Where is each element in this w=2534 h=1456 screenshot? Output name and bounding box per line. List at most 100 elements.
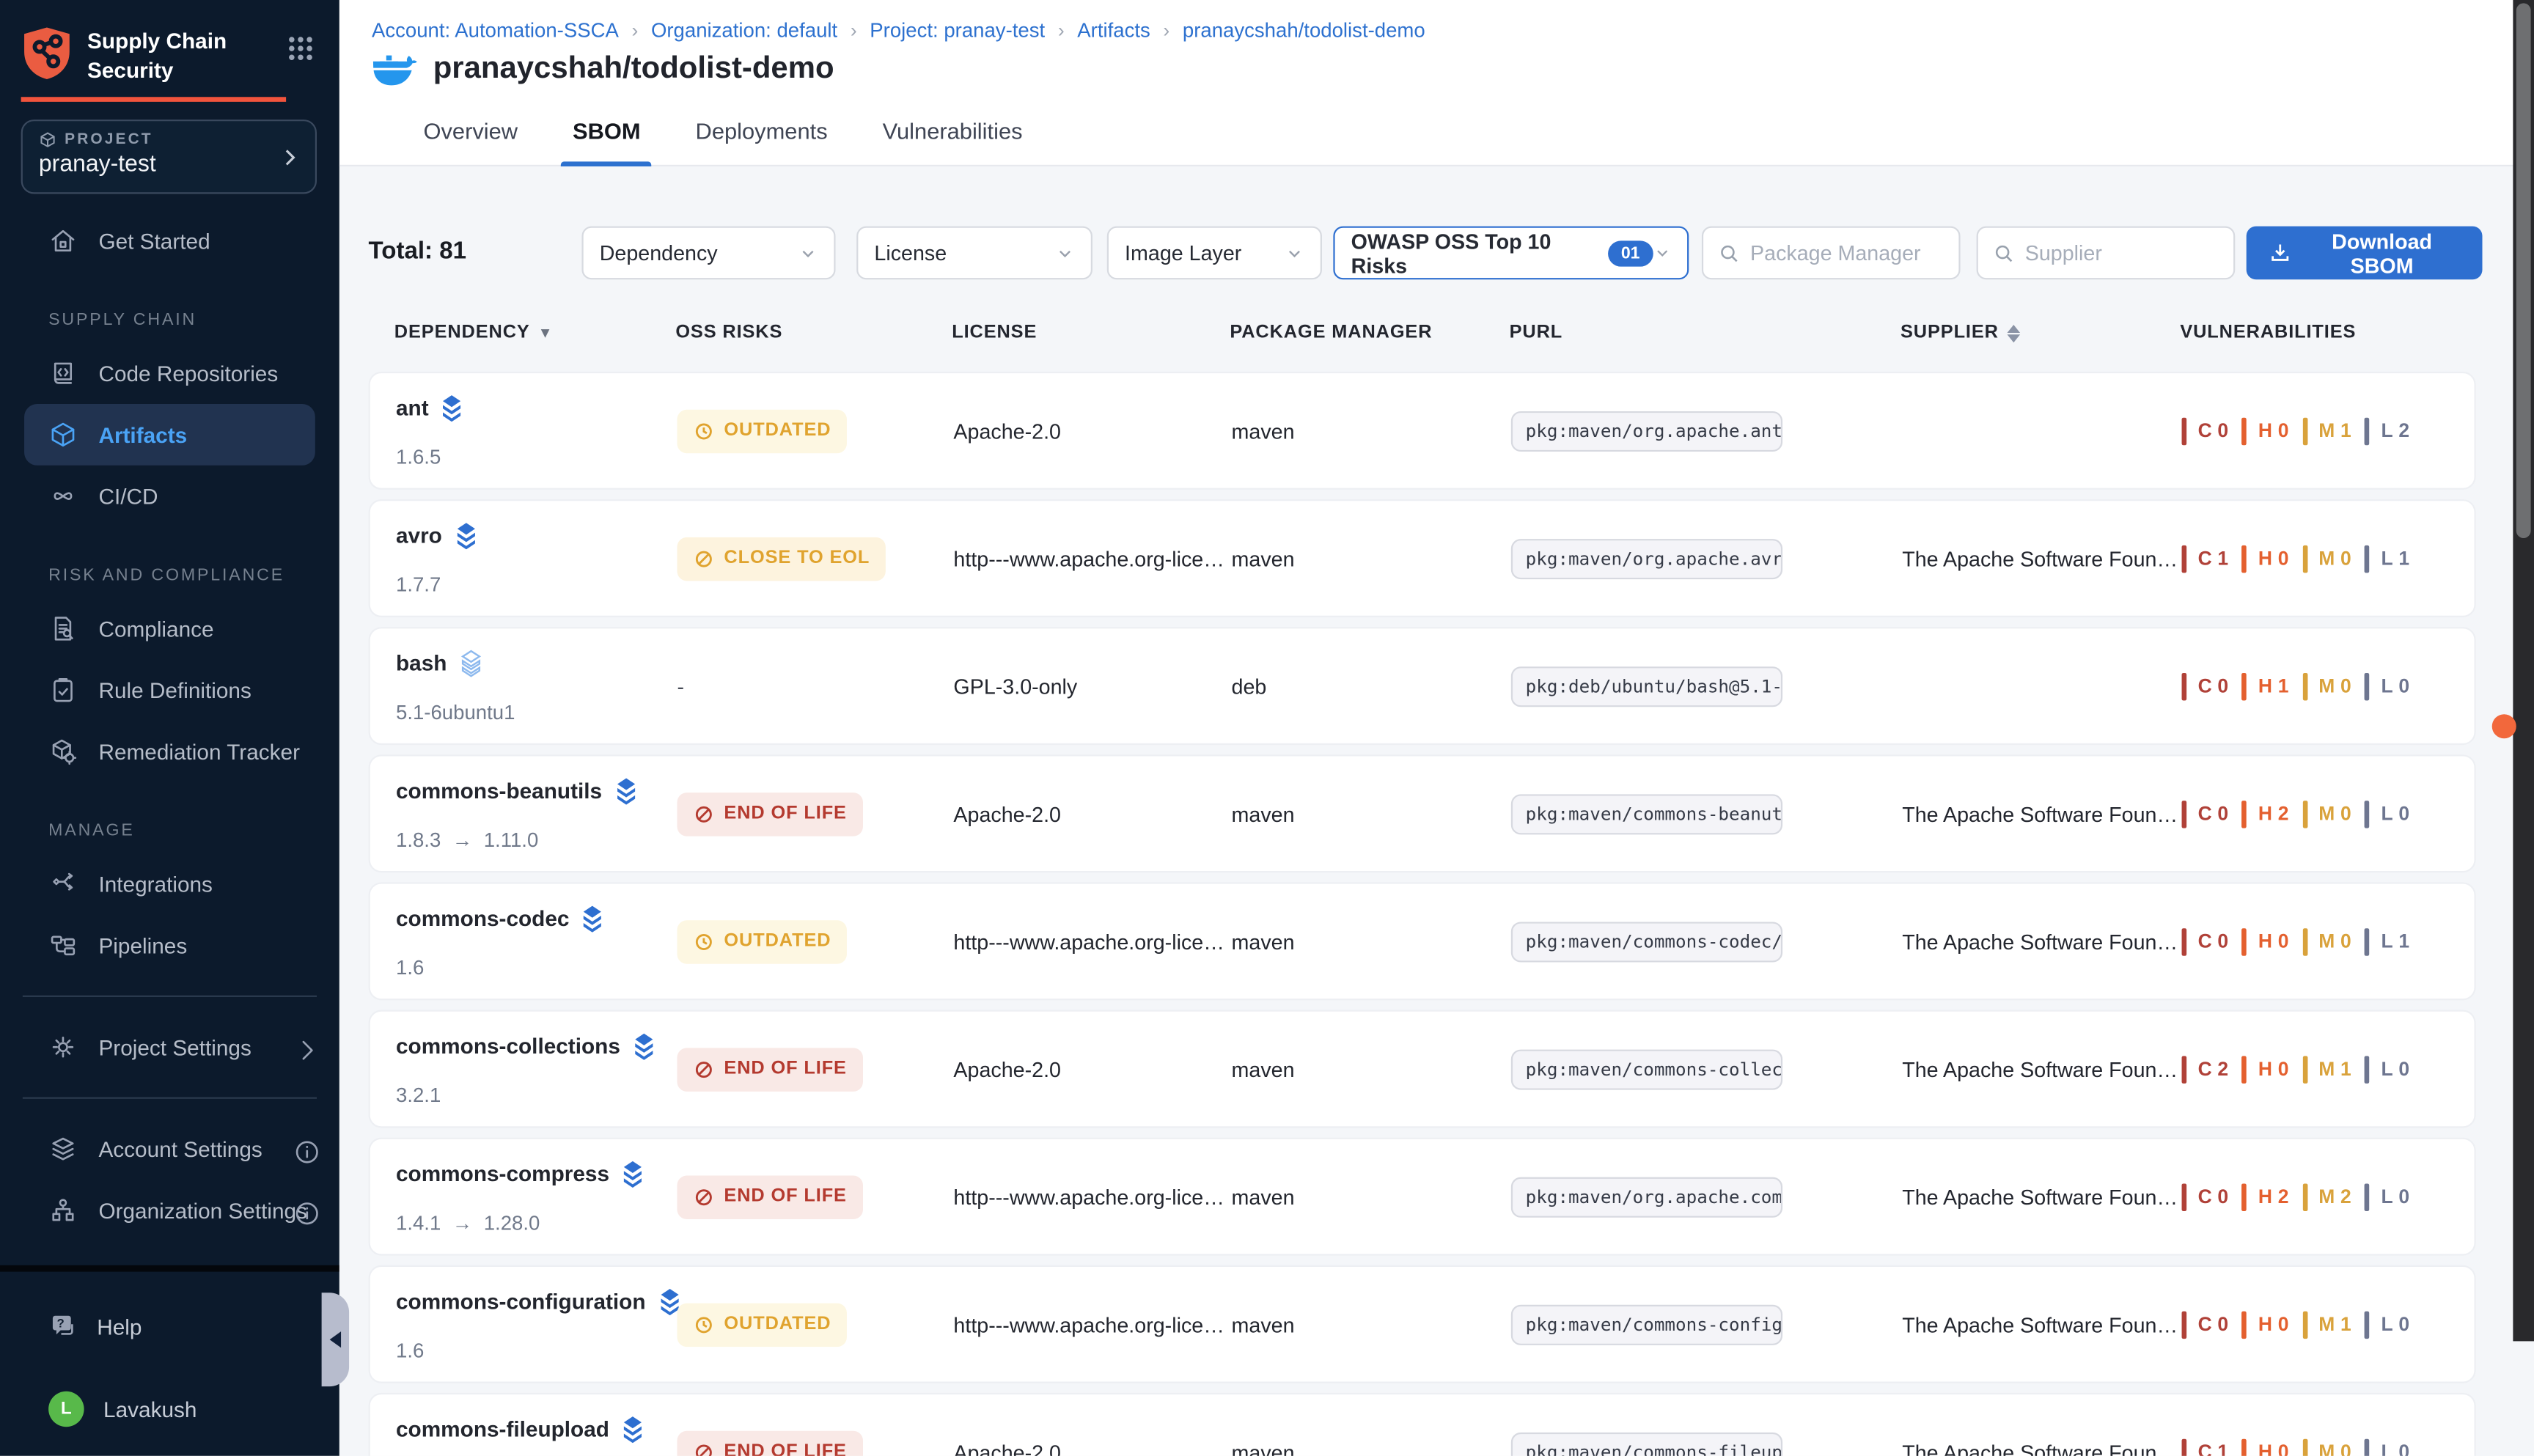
tab-bar: Overview SBOM Deployments Vulnerabilities — [339, 100, 2534, 166]
sidebar-item-label: Code Repositories — [98, 361, 278, 386]
purl-chip: pkg:maven/commons-configuration/… — [1511, 1304, 1782, 1345]
sidebar-item-integrations[interactable]: Integrations — [0, 853, 339, 915]
package-manager-value: maven — [1232, 929, 1295, 953]
vulnerability-counts: C0H0M0L1 — [2182, 927, 2423, 955]
dependency-version: 1.6.5 — [396, 446, 441, 468]
sidebar-item-organization-settings[interactable]: Organization Settings — [0, 1180, 339, 1241]
sidebar-item-account-settings[interactable]: Account Settings — [0, 1118, 339, 1180]
purl-chip: pkg:deb/ubuntu/bash@5.1-6ubuntu1 — [1511, 666, 1782, 706]
oss-risk-badge: END OF LIFE — [677, 1430, 863, 1456]
table-row-commons-configuration[interactable]: commons-configuration1.6OUTDATEDhttp---w… — [369, 1265, 2476, 1383]
sidebar-item-compliance[interactable]: Compliance — [0, 598, 339, 660]
breadcrumb-link[interactable]: Account: Automation-SSCA — [372, 19, 619, 42]
breadcrumb-separator: › — [1163, 19, 1169, 42]
owasp-filter-dropdown[interactable]: OWASP OSS Top 10 Risks 01 — [1333, 227, 1689, 280]
info-icon[interactable] — [293, 1137, 317, 1161]
supplier-value: The Apache Software Foun… — [1902, 1312, 2178, 1336]
tab-vulnerabilities[interactable]: Vulnerabilities — [883, 100, 1023, 166]
dependency-filter-dropdown[interactable]: Dependency — [581, 227, 835, 280]
svg-text:?: ? — [57, 1316, 65, 1330]
info-icon[interactable] — [293, 1198, 317, 1222]
box-gear-icon — [48, 737, 78, 766]
sidebar-item-cicd[interactable]: CI/CD — [0, 466, 339, 527]
slash-circle-icon — [694, 1441, 715, 1456]
cube-icon — [48, 420, 78, 449]
vuln-h-count: H0 — [2242, 1311, 2290, 1338]
oss-risk-badge: OUTDATED — [677, 409, 848, 453]
table-row-commons-codec[interactable]: commons-codec1.6OUTDATEDhttp---www.apach… — [369, 882, 2476, 1000]
gear-icon — [48, 1032, 78, 1062]
table-row-bash[interactable]: bash5.1-6ubuntu1-GPL-3.0-onlydebpkg:deb/… — [369, 627, 2476, 745]
table-row-avro[interactable]: avro1.7.7CLOSE TO EOLhttp---www.apache.o… — [369, 499, 2476, 617]
breadcrumb-link[interactable]: Organization: default — [651, 19, 837, 42]
column-header-supplier[interactable]: SUPPLIER — [1900, 323, 2019, 342]
license-value: http---www.apache.org-lice… — [953, 1312, 1224, 1336]
help-button[interactable]: ? Help — [0, 1303, 339, 1351]
project-selector[interactable]: PROJECT pranay-test — [21, 120, 317, 194]
supplier-search-input[interactable] — [2025, 240, 2211, 265]
sidebar-collapse-handle[interactable] — [322, 1293, 349, 1386]
column-header-oss-risks: OSS RISKS — [675, 323, 782, 342]
oss-risk-badge: CLOSE TO EOL — [677, 537, 886, 581]
chevron-right-icon — [293, 1035, 317, 1059]
vuln-m-count: M0 — [2302, 800, 2352, 827]
table-row-commons-beanutils[interactable]: commons-beanutils1.8.3→1.11.0END OF LIFE… — [369, 754, 2476, 872]
breadcrumb-link[interactable]: Artifacts — [1077, 19, 1150, 42]
image-layer-filter-dropdown[interactable]: Image Layer — [1107, 227, 1322, 280]
clock-icon — [694, 420, 715, 441]
sidebar-section-heading: MANAGE — [0, 808, 339, 853]
vuln-h-count: H2 — [2242, 800, 2290, 827]
sidebar-item-rule-definitions[interactable]: Rule Definitions — [0, 659, 339, 721]
user-name: Lavakush — [103, 1397, 197, 1421]
vulnerability-counts: C0H2M2L0 — [2182, 1183, 2423, 1210]
vulnerability-counts: C1H0M0L1 — [2182, 545, 2423, 572]
sidebar-item-artifacts[interactable]: Artifacts — [24, 404, 315, 466]
supplier-search[interactable] — [1977, 227, 2236, 280]
table-row-commons-fileupload[interactable]: commons-fileuploadEND OF LIFEApache-2.0m… — [369, 1393, 2476, 1456]
column-header-dependency[interactable]: DEPENDENCY▼ — [394, 323, 553, 342]
package-manager-search-input[interactable] — [1750, 240, 1936, 265]
breadcrumb-link[interactable]: Project: pranay-test — [870, 19, 1045, 42]
package-manager-search[interactable] — [1702, 227, 1961, 280]
license-value: http---www.apache.org-lice… — [953, 1185, 1224, 1209]
sidebar-item-project-settings[interactable]: Project Settings — [0, 1016, 339, 1078]
layers-icon — [581, 905, 605, 932]
breadcrumb-link[interactable]: pranaycshah/todolist-demo — [1183, 19, 1425, 42]
license-value: Apache-2.0 — [953, 419, 1061, 443]
dependency-name: commons-configuration — [396, 1290, 646, 1314]
package-manager-value: maven — [1232, 1312, 1295, 1336]
supplier-value: The Apache Software Foun… — [1902, 929, 2178, 953]
table-row-commons-compress[interactable]: commons-compress1.4.1→1.28.0END OF LIFEh… — [369, 1138, 2476, 1256]
tab-deployments[interactable]: Deployments — [696, 100, 828, 166]
sidebar-item-get-started[interactable]: Get Started — [0, 210, 339, 272]
layers-icon — [453, 522, 477, 549]
table-row-ant[interactable]: ant1.6.5OUTDATEDApache-2.0mavenpkg:maven… — [369, 372, 2476, 490]
sidebar-item-pipelines[interactable]: Pipelines — [0, 915, 339, 977]
vertical-scrollbar-thumb[interactable] — [2516, 3, 2531, 538]
layers-icon — [631, 1032, 655, 1059]
download-sbom-button[interactable]: Download SBOM — [2247, 227, 2483, 280]
package-manager-value: maven — [1232, 801, 1295, 826]
vuln-l-count: L0 — [2365, 1055, 2410, 1082]
table-row-commons-collections[interactable]: commons-collections3.2.1END OF LIFEApach… — [369, 1010, 2476, 1128]
module-grid-icon[interactable] — [287, 35, 313, 61]
vulnerability-counts: C0H0M1L2 — [2182, 417, 2423, 444]
vuln-h-count: H1 — [2242, 672, 2290, 699]
oss-risk-badge: END OF LIFE — [677, 1047, 863, 1091]
page-title: pranaycshah/todolist-demo — [433, 52, 834, 87]
dropdown-label: Image Layer — [1125, 240, 1241, 265]
tab-overview[interactable]: Overview — [423, 100, 518, 166]
sidebar-item-remediation-tracker[interactable]: Remediation Tracker — [0, 721, 339, 782]
vuln-m-count: M0 — [2302, 1438, 2352, 1456]
license-filter-dropdown[interactable]: License — [856, 227, 1092, 280]
layers-icon — [440, 394, 464, 422]
tab-sbom[interactable]: SBOM — [573, 100, 641, 166]
license-value: Apache-2.0 — [953, 1440, 1061, 1456]
avatar: L — [48, 1391, 84, 1427]
sidebar-item-code-repositories[interactable]: Code Repositories — [0, 342, 339, 404]
scroll-marker-dot — [2492, 714, 2516, 738]
home-icon — [48, 227, 78, 256]
user-menu[interactable]: L Lavakush — [0, 1383, 339, 1435]
sidebar-item-label: Compliance — [98, 617, 213, 641]
sidebar-nav: Get StartedSUPPLY CHAINCode Repositories… — [0, 210, 339, 1241]
